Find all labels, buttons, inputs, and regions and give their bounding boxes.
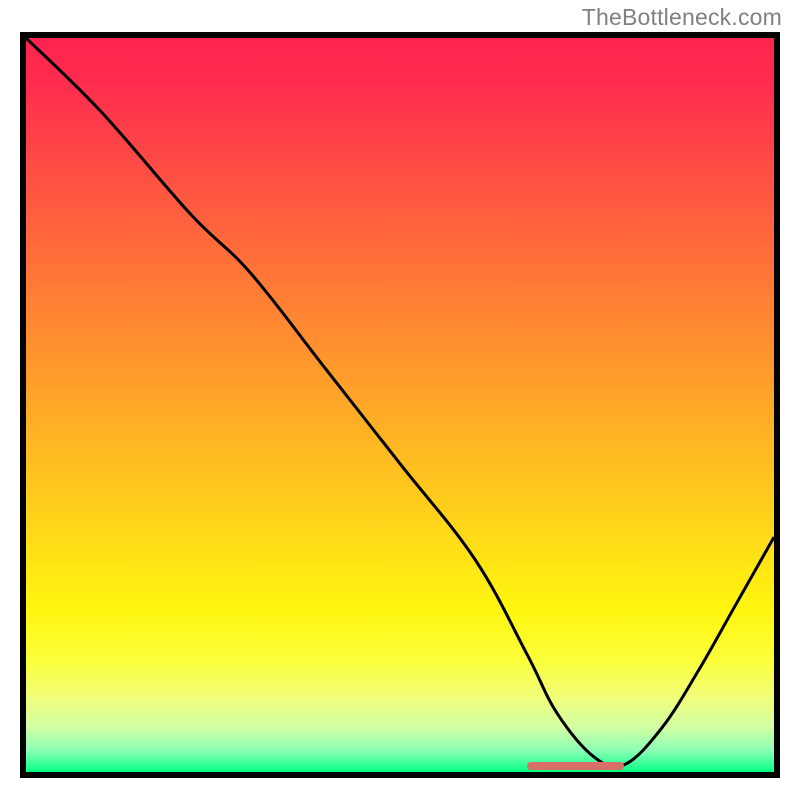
bottleneck-curve: [26, 38, 774, 772]
chart-frame: [20, 32, 780, 778]
trough-marker: [527, 762, 624, 770]
watermark-text: TheBottleneck.com: [582, 4, 782, 31]
